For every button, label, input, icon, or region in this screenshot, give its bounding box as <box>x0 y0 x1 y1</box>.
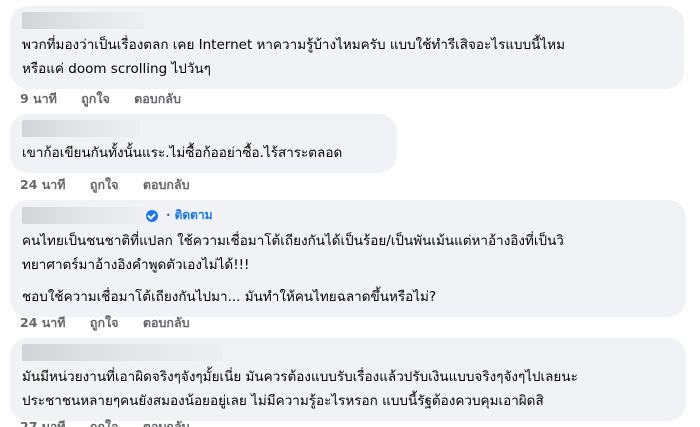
comment-line: ทยาศาตร์มาอ้างอิงคำพูดตัวเองไม่ได้!!! <box>22 257 250 273</box>
verified-badge-icon <box>146 209 158 222</box>
comment: · ติดตาม คนไทยเป็นชนชาติที่แปลก ใช้ความเช… <box>10 200 686 317</box>
comment-time[interactable]: 24 นาที <box>20 315 66 330</box>
comment-line: เขาก้อเขียนกันทั้งนั้นแระ.ไม่ซื้อก้ออย่า… <box>22 145 343 161</box>
comment-bubble: พวกที่มองว่าเป็นเรื่องตลก เคย Internet ห… <box>10 6 684 89</box>
reply-button[interactable]: ตอบกลับ <box>143 419 190 427</box>
comment: เขาก้อเขียนกันทั้งนั้นแระ.ไม่ซื้อก้ออย่า… <box>10 114 397 173</box>
comment-time[interactable]: 9 นาที <box>20 91 57 106</box>
comment-time[interactable]: 24 นาที <box>20 177 66 192</box>
comment-text: คนไทยเป็นชนชาติที่แปลก ใช้ความเชื่อมาโต้… <box>22 229 674 309</box>
separator-dot: · <box>166 208 171 222</box>
comment-bubble: เขาก้อเขียนกันทั้งนั้นแระ.ไม่ซื้อก้ออย่า… <box>10 114 397 173</box>
comment-bubble: · ติดตาม คนไทยเป็นชนชาติที่แปลก ใช้ความเช… <box>10 200 686 317</box>
reply-button[interactable]: ตอบกลับ <box>143 177 190 192</box>
comment: พวกที่มองว่าเป็นเรื่องตลก เคย Internet ห… <box>10 6 684 89</box>
comment-line: หรือแค่ doom scrolling ไปวันๆ <box>22 61 211 77</box>
comment-actions: 24 นาที ถูกใจ ตอบกลับ <box>20 175 210 195</box>
comment-line: ชอบใช้ความเชื่อมาโต้เถียงกันไปมา... มันท… <box>22 289 437 305</box>
like-button[interactable]: ถูกใจ <box>81 91 110 106</box>
comment: มันมีหน่วยงานที่เอาผิดจริงๆจังๆมั้ยเนี่ย… <box>10 338 686 421</box>
commenter-name-redacted[interactable] <box>22 344 222 361</box>
commenter-name-redacted[interactable] <box>22 207 144 224</box>
comment-time[interactable]: 27 นาที <box>20 419 66 427</box>
follow-button[interactable]: · ติดตาม <box>166 206 213 225</box>
comment-line: คนไทยเป็นชนชาติที่แปลก ใช้ความเชื่อมาโต้… <box>22 233 564 249</box>
comment-actions: 24 นาที ถูกใจ ตอบกลับ <box>20 313 210 333</box>
comment-text: พวกที่มองว่าเป็นเรื่องตลก เคย Internet ห… <box>22 33 672 81</box>
comment-bubble: มันมีหน่วยงานที่เอาผิดจริงๆจังๆมั้ยเนี่ย… <box>10 338 686 421</box>
comment-line: มันมีหน่วยงานที่เอาผิดจริงๆจังๆมั้ยเนี่ย… <box>22 369 578 385</box>
commenter-header: · ติดตาม <box>22 206 674 225</box>
commenter-name-redacted[interactable] <box>22 120 140 137</box>
follow-label: ติดตาม <box>174 208 213 222</box>
like-button[interactable]: ถูกใจ <box>90 419 119 427</box>
comment-actions: 9 นาที ถูกใจ ตอบกลับ <box>20 89 201 109</box>
comment-text: เขาก้อเขียนกันทั้งนั้นแระ.ไม่ซื้อก้ออย่า… <box>22 141 385 165</box>
like-button[interactable]: ถูกใจ <box>90 315 119 330</box>
comment-line: ประชาชนหลายๆคนยังสมองน้อยอยู่เลย ไม่มีคว… <box>22 393 544 409</box>
comment-text: มันมีหน่วยงานที่เอาผิดจริงๆจังๆมั้ยเนี่ย… <box>22 365 674 413</box>
like-button[interactable]: ถูกใจ <box>90 177 119 192</box>
reply-button[interactable]: ตอบกลับ <box>143 315 190 330</box>
comment-line: พวกที่มองว่าเป็นเรื่องตลก เคย Internet ห… <box>22 37 565 53</box>
reply-button[interactable]: ตอบกลับ <box>134 91 181 106</box>
commenter-name-redacted[interactable] <box>22 12 144 29</box>
comment-actions: 27 นาที ถูกใจ ตอบกลับ <box>20 417 210 427</box>
